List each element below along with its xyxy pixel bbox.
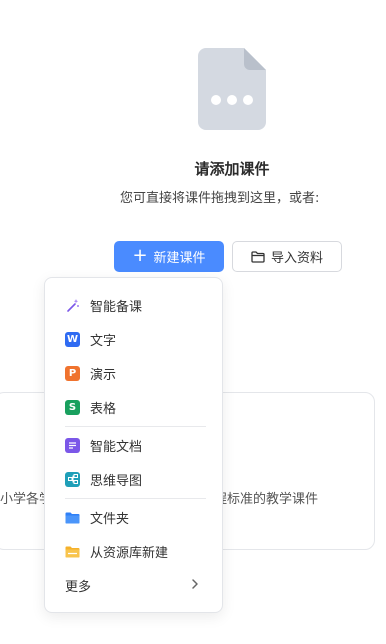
menu-item-label: 文件夹 xyxy=(90,511,130,527)
menu-item-label: 演示 xyxy=(90,367,117,383)
card-text-right: 程标准的教学课件 xyxy=(214,492,319,507)
menu-item-presentation[interactable]: P 演示 xyxy=(45,356,222,390)
menu-item-smart-doc[interactable]: 智能文档 xyxy=(45,428,222,462)
menu-item-label: 更多 xyxy=(65,579,92,595)
menu-item-more[interactable]: 更多 xyxy=(45,568,222,602)
magic-wand-icon xyxy=(67,298,79,312)
chevron-right-icon xyxy=(192,579,198,589)
menu-item-label: 思维导图 xyxy=(90,473,143,489)
menu-item-label: 智能备课 xyxy=(90,299,143,315)
new-courseware-menu: 智能备课 W 文字 P 演示 S 表格 智能文档 思维导图 文件夹 从资源库新建… xyxy=(44,277,223,613)
menu-divider xyxy=(65,498,206,499)
menu-item-label: 文字 xyxy=(90,333,117,349)
menu-item-label: 智能文档 xyxy=(90,439,143,455)
menu-item-spreadsheet[interactable]: S 表格 xyxy=(45,390,222,424)
presentation-icon: P xyxy=(65,365,80,381)
menu-item-folder[interactable]: 文件夹 xyxy=(45,500,222,534)
plus-icon: + xyxy=(132,244,148,266)
menu-item-label: 从资源库新建 xyxy=(90,545,169,561)
mindmap-icon xyxy=(65,471,80,487)
resource-folder-icon xyxy=(65,546,80,557)
menu-item-smart-lesson[interactable]: 智能备课 xyxy=(45,288,222,322)
import-material-button[interactable]: 导入资料 xyxy=(232,241,342,272)
word-doc-icon: W xyxy=(65,331,80,347)
menu-item-from-library[interactable]: 从资源库新建 xyxy=(45,534,222,568)
menu-item-text[interactable]: W 文字 xyxy=(45,322,222,356)
folder-icon xyxy=(65,512,80,523)
file-icon xyxy=(198,48,266,130)
import-material-label: 导入资料 xyxy=(270,251,323,266)
menu-item-mindmap[interactable]: 思维导图 xyxy=(45,462,222,496)
spreadsheet-icon: S xyxy=(65,399,80,415)
folder-outline-icon xyxy=(251,250,265,263)
new-courseware-label: 新建课件 xyxy=(153,251,206,266)
empty-subtitle: 您可直接将课件拖拽到这里，或者: xyxy=(120,191,320,206)
new-courseware-button[interactable]: + 新建课件 xyxy=(114,241,224,272)
empty-title: 请添加课件 xyxy=(194,160,270,178)
menu-divider xyxy=(65,426,206,427)
menu-item-label: 表格 xyxy=(90,401,117,417)
smart-doc-icon xyxy=(65,437,80,453)
